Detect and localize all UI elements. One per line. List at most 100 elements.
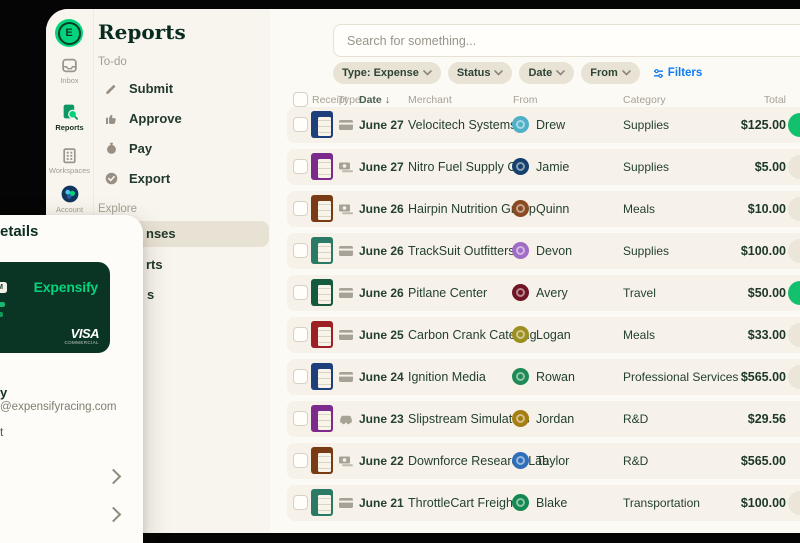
expense-row[interactable]: June 22 Downforce Research Lab Taylor R&…	[287, 443, 800, 479]
sidebar-item-approve[interactable]: Approve	[94, 108, 271, 128]
expense-date: June 26	[359, 244, 404, 258]
row-action-button[interactable]	[788, 491, 800, 515]
chevron-right-icon[interactable]	[106, 469, 122, 485]
sidebar-item-expenses[interactable]: nses	[146, 221, 176, 247]
expense-category: Meals	[623, 328, 655, 342]
expense-date: June 24	[359, 370, 404, 384]
expense-row[interactable]: June 27 Nitro Fuel Supply Co. Jamie Supp…	[287, 149, 800, 185]
chevron-down-icon	[556, 70, 565, 76]
row-checkbox[interactable]	[293, 159, 308, 174]
row-action-button[interactable]	[788, 365, 800, 389]
section-label-explore: Explore	[98, 203, 137, 215]
expense-category: R&D	[623, 412, 648, 426]
expense-row[interactable]: June 25 Carbon Crank Catering Logan Meal…	[287, 317, 800, 353]
col-header-date-sort[interactable]: Date ↓	[359, 94, 390, 106]
filters-button[interactable]: Filters	[653, 67, 703, 79]
row-action-button[interactable]	[788, 155, 800, 179]
filter-pill-status[interactable]: Status	[448, 62, 513, 84]
expense-total: $565.00	[741, 370, 786, 384]
distance-icon	[338, 411, 354, 427]
card-number-line	[0, 302, 5, 307]
receipt-thumbnail	[311, 489, 333, 516]
expensify-card-image: M Expensify VISA Commercial	[0, 262, 110, 353]
chevron-down-icon	[622, 70, 631, 76]
expense-total: $29.56	[748, 412, 786, 426]
row-action-button[interactable]	[788, 197, 800, 221]
card-brand-wordmark: Expensify	[34, 279, 98, 295]
visa-logo: VISA Commercial	[64, 328, 99, 345]
sidebar-item-reports[interactable]: rts	[146, 255, 163, 275]
row-checkbox[interactable]	[293, 243, 308, 258]
filter-bar: Type: Expense Status Date From	[333, 62, 702, 84]
expense-row[interactable]: June 26 Pitlane Center Avery Travel $50.…	[287, 275, 800, 311]
chevron-down-icon	[494, 70, 503, 76]
expense-rows: June 27 Velocitech Systems Drew Supplies…	[287, 107, 800, 527]
expense-row[interactable]: June 26 TrackSuit Outfitters Devon Suppl…	[287, 233, 800, 269]
receipt-thumbnail	[311, 153, 333, 180]
expense-row[interactable]: June 23 Slipstream Simulators Jordan R&D…	[287, 401, 800, 437]
sidebar-item-pay[interactable]: Pay	[94, 138, 271, 158]
card-badge: M	[0, 282, 7, 293]
expense-row[interactable]: June 24 Ignition Media Rowan Professiona…	[287, 359, 800, 395]
expense-category: Supplies	[623, 118, 669, 132]
card-icon	[338, 495, 354, 511]
filter-pill-date[interactable]: Date	[519, 62, 574, 84]
filter-pill-type[interactable]: Type: Expense	[333, 62, 441, 84]
card-icon	[338, 369, 354, 385]
expense-merchant: ThrottleCart Freight	[408, 496, 516, 510]
row-checkbox[interactable]	[293, 411, 308, 426]
from-avatar	[512, 410, 529, 427]
rail-label: Inbox	[46, 76, 93, 85]
from-avatar	[512, 452, 529, 469]
filter-pill-from[interactable]: From	[581, 62, 640, 84]
row-action-button[interactable]	[788, 239, 800, 263]
sidebar-item-label: Export	[129, 171, 170, 186]
card-detail-label: t	[0, 425, 3, 439]
main-content: Type: Expense Status Date From	[270, 9, 800, 533]
expense-date: June 26	[359, 202, 404, 216]
row-checkbox[interactable]	[293, 201, 308, 216]
sidebar-item-label: Approve	[129, 111, 182, 126]
select-all-checkbox[interactable]	[293, 92, 308, 107]
expense-merchant: Ignition Media	[408, 370, 486, 384]
expense-merchant: Nitro Fuel Supply Co.	[408, 160, 527, 174]
row-action-button[interactable]	[788, 281, 800, 305]
card-icon	[338, 327, 354, 343]
expense-from: Avery	[536, 286, 568, 300]
expense-total: $125.00	[741, 118, 786, 132]
row-checkbox[interactable]	[293, 369, 308, 384]
expense-total: $5.00	[755, 160, 786, 174]
expensify-logo[interactable]: E	[55, 19, 83, 47]
from-avatar	[512, 116, 529, 133]
rail-item-reports[interactable]: Reports	[46, 103, 93, 132]
expense-date: June 25	[359, 328, 404, 342]
row-checkbox[interactable]	[293, 453, 308, 468]
sidebar-item-label: Submit	[129, 81, 173, 96]
expense-from: Rowan	[536, 370, 575, 384]
expense-row[interactable]: June 27 Velocitech Systems Drew Supplies…	[287, 107, 800, 143]
row-checkbox[interactable]	[293, 495, 308, 510]
row-checkbox[interactable]	[293, 117, 308, 132]
expense-merchant: Velocitech Systems	[408, 118, 516, 132]
rail-item-workspaces[interactable]: Workspaces	[46, 147, 93, 175]
receipt-thumbnail	[311, 363, 333, 390]
expense-from: Blake	[536, 496, 567, 510]
row-checkbox[interactable]	[293, 285, 308, 300]
expense-category: Professional Services	[623, 370, 738, 384]
row-action-button[interactable]	[788, 113, 800, 137]
chevron-right-icon[interactable]	[106, 507, 122, 523]
expense-row[interactable]: June 26 Hairpin Nutrition Group Quinn Me…	[287, 191, 800, 227]
card-icon	[338, 285, 354, 301]
rail-item-account[interactable]: Account	[46, 185, 93, 214]
expense-total: $10.00	[748, 202, 786, 216]
sidebar-item-submit[interactable]: Submit	[94, 78, 271, 98]
rail-item-inbox[interactable]: Inbox	[46, 57, 93, 85]
sidebar-item-explore-third[interactable]: s	[147, 285, 154, 305]
search-input[interactable]	[333, 24, 800, 57]
row-checkbox[interactable]	[293, 327, 308, 342]
row-action-button[interactable]	[788, 323, 800, 347]
receipt-thumbnail	[311, 405, 333, 432]
sidebar-item-export[interactable]: Export	[94, 168, 271, 188]
expense-category: R&D	[623, 454, 648, 468]
expense-row[interactable]: June 21 ThrottleCart Freight Blake Trans…	[287, 485, 800, 521]
